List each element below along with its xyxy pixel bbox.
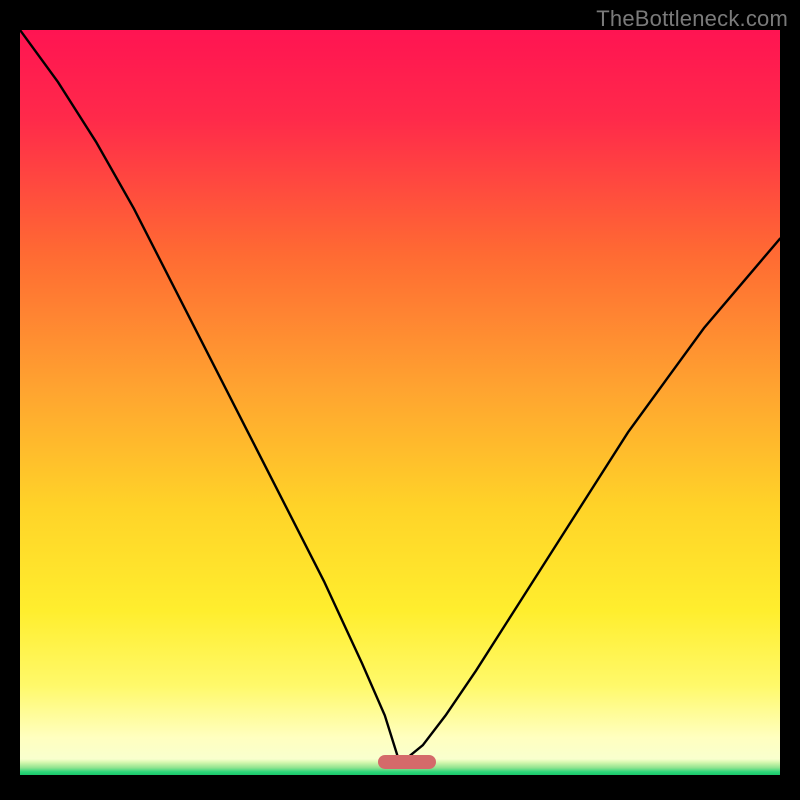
optimum-marker [378,755,436,769]
watermark-text: TheBottleneck.com [596,6,788,32]
plot-area [20,30,780,775]
chart-frame: TheBottleneck.com [0,0,800,800]
gradient-background [20,30,780,775]
plot-svg [20,30,780,775]
